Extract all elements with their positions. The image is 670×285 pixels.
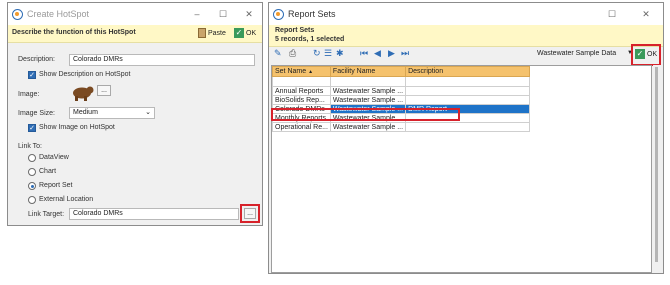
reportsets-toolbar: ✎ ⎙ ↻ ☰ ✱ ⏮ ◀ ▶ ⏭ Wastewater Sample Data… — [269, 44, 663, 66]
radio-report-set[interactable] — [28, 182, 36, 190]
description-field[interactable]: Colorado DMRs — [69, 54, 255, 66]
paste-button[interactable]: Paste — [198, 28, 226, 38]
column-facility-name[interactable]: Facility Name — [329, 66, 407, 77]
bear-image-icon — [70, 83, 94, 101]
maximize-icon[interactable]: ☐ — [595, 9, 629, 20]
radio-external-location[interactable] — [28, 196, 36, 204]
facility-cell[interactable]: Wastewater Sample ... — [329, 95, 407, 105]
link-target-field[interactable]: Colorado DMRs — [69, 208, 239, 220]
create-hotspot-window: Create HotSpot – ☐ ✕ Describe the functi… — [7, 2, 263, 226]
image-label: Image: — [18, 91, 40, 98]
ok-highlight — [631, 44, 661, 66]
minimize-icon[interactable]: – — [184, 9, 210, 19]
set-name-cell[interactable]: BioSolids Rep... — [272, 95, 331, 105]
radio-dataview[interactable] — [28, 154, 36, 162]
description-label: Description: — [18, 56, 55, 63]
vertical-scrollbar[interactable] — [653, 65, 661, 273]
facility-cell[interactable]: Wastewater Sample ... — [329, 86, 407, 96]
radio-chart-label: Chart — [39, 168, 57, 175]
table-row[interactable]: Operational Re... Wastewater Sample ... — [272, 122, 531, 132]
hotspot-ok-button[interactable]: ✓ OK — [234, 28, 256, 38]
chevron-down-icon: ⌄ — [145, 109, 151, 116]
hotspot-title: Create HotSpot — [27, 9, 90, 19]
filter-cell[interactable] — [405, 76, 531, 87]
check-icon: ✓ — [234, 28, 244, 38]
show-description-checkbox[interactable]: ✓ — [28, 71, 36, 79]
show-image-label: Show Image on HotSpot — [39, 124, 115, 131]
reportsets-title: Report Sets — [288, 9, 336, 19]
report-sets-window: Report Sets ☐ ✕ Report Sets 5 records, 1… — [268, 2, 664, 274]
image-size-select[interactable]: Medium ⌄ — [69, 107, 155, 119]
scrollbar-thumb[interactable] — [655, 67, 658, 262]
filter-cell[interactable] — [272, 76, 331, 87]
next-record-icon[interactable]: ▶ — [388, 48, 395, 59]
description-cell[interactable] — [405, 95, 531, 105]
reportsets-header-title: Report Sets — [275, 27, 315, 34]
edit-pencil-icon[interactable]: ✎ — [274, 48, 282, 59]
hotspot-header-text: Describe the function of this HotSpot — [12, 29, 136, 36]
set-name-cell[interactable]: Annual Reports — [272, 86, 331, 96]
reportsets-header-bar: Report Sets 5 records, 1 selected — [269, 25, 663, 47]
facility-cell[interactable]: Wastewater Sample ... — [329, 122, 407, 132]
radio-report-set-label: Report Set — [39, 182, 73, 189]
first-record-icon[interactable]: ⏮ — [360, 48, 368, 59]
link-target-label: Link Target: — [28, 211, 65, 218]
link-to-label: Link To: — [18, 143, 42, 150]
reportsets-titlebar: Report Sets ☐ ✕ — [269, 3, 663, 25]
description-cell[interactable] — [405, 86, 531, 96]
close-icon[interactable]: ✕ — [629, 9, 663, 20]
record-count: 5 records, 1 selected — [275, 36, 345, 43]
app-icon — [12, 8, 23, 20]
table-row[interactable]: BioSolids Rep... Wastewater Sample ... — [272, 95, 531, 105]
description-cell[interactable] — [405, 122, 531, 132]
report-sets-table: Set Name ▲ Facility Name Description Ann… — [272, 66, 531, 132]
print-icon[interactable]: ⎙ — [289, 48, 296, 59]
radio-dataview-label: DataView — [39, 154, 69, 161]
close-icon[interactable]: ✕ — [236, 9, 262, 20]
selected-row-highlight — [271, 108, 460, 121]
tools-icon[interactable]: ✱ — [336, 48, 344, 59]
facility-filter-select[interactable]: Wastewater Sample Data — [537, 50, 629, 62]
column-set-name[interactable]: Set Name ▲ — [272, 66, 331, 77]
clipboard-icon — [198, 28, 206, 38]
radio-chart[interactable] — [28, 168, 36, 176]
report-sets-grid: Set Name ▲ Facility Name Description Ann… — [271, 65, 652, 273]
table-row[interactable]: Annual Reports Wastewater Sample ... — [272, 86, 531, 96]
refresh-icon[interactable]: ↻ — [313, 48, 321, 59]
sort-ascending-icon: ▲ — [308, 69, 314, 75]
image-browse-button[interactable]: ... — [97, 85, 111, 96]
filter-icon[interactable]: ☰ — [324, 48, 332, 59]
browse-highlight — [240, 204, 260, 223]
hotspot-titlebar: Create HotSpot – ☐ ✕ — [8, 3, 262, 25]
last-record-icon[interactable]: ⏭ — [401, 48, 409, 59]
previous-record-icon[interactable]: ◀ — [374, 48, 381, 59]
show-description-label: Show Description on HotSpot — [39, 71, 131, 78]
hotspot-header-bar: Describe the function of this HotSpot Pa… — [8, 25, 262, 43]
image-size-label: Image Size: — [18, 110, 55, 117]
maximize-icon[interactable]: ☐ — [210, 9, 236, 20]
set-name-cell[interactable]: Operational Re... — [272, 122, 331, 132]
radio-external-location-label: External Location — [39, 196, 94, 203]
filter-cell[interactable] — [329, 76, 407, 87]
app-icon — [273, 8, 284, 20]
table-header-row: Set Name ▲ Facility Name Description — [272, 66, 531, 77]
filter-row — [272, 76, 531, 87]
column-description[interactable]: Description — [405, 66, 531, 77]
show-image-checkbox[interactable]: ✓ — [28, 124, 36, 132]
